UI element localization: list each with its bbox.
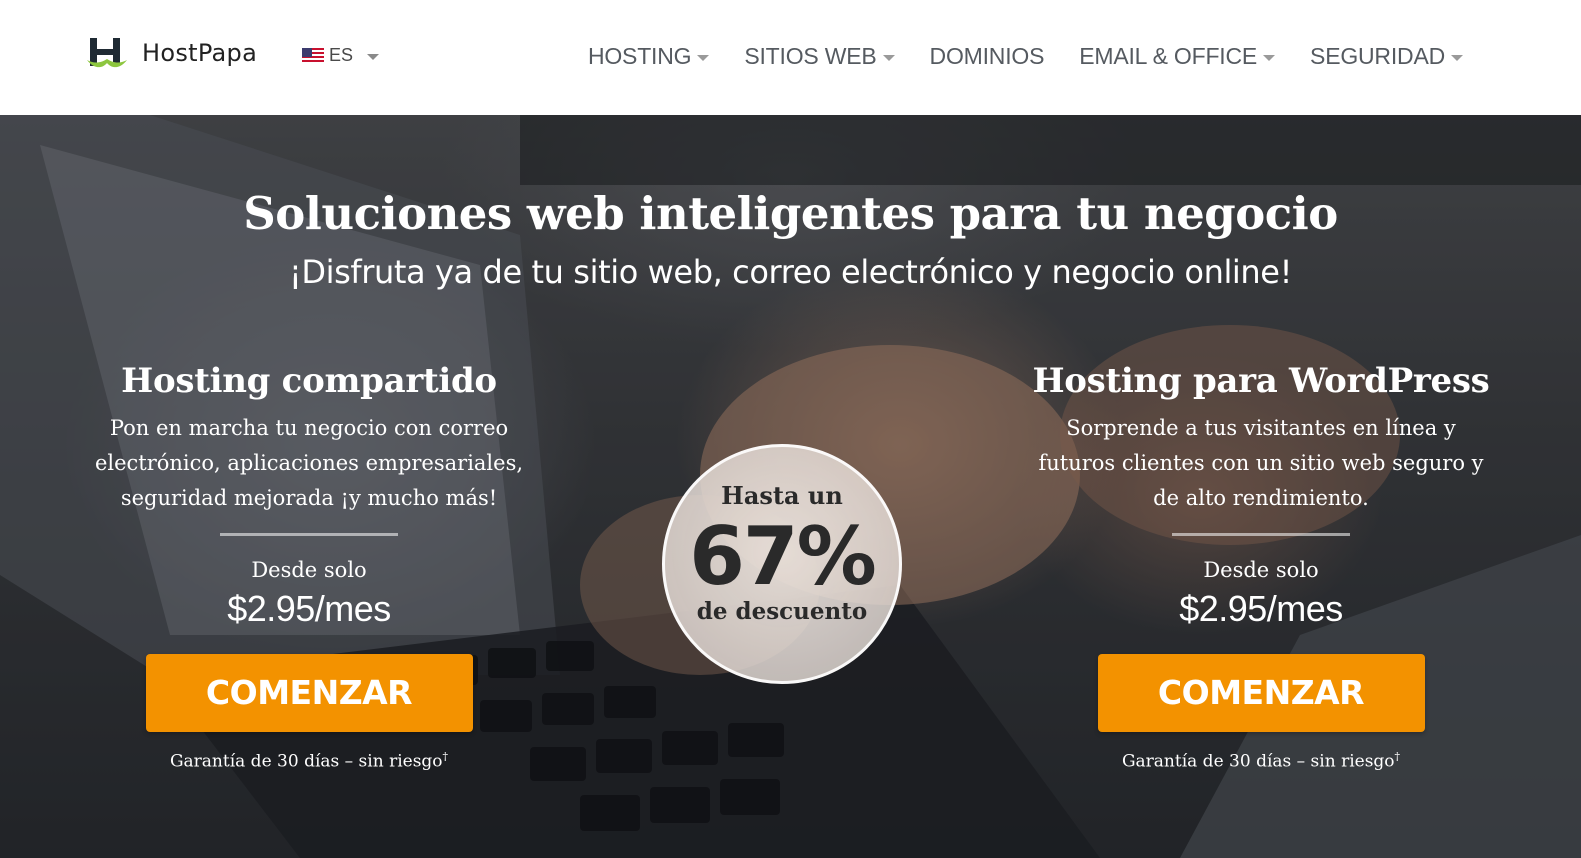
- guarantee-text: Garantía de 30 días – sin riesgo: [1121, 751, 1395, 772]
- nav-item-label: SEGURIDAD: [1310, 43, 1445, 69]
- plan-title: Hosting compartido: [121, 361, 497, 401]
- hero-banner: Soluciones web inteligentes para tu nego…: [0, 115, 1581, 858]
- price-from-label: Desde solo: [251, 558, 367, 582]
- guarantee-note: Garantía de 30 días – sin riesgo†: [1026, 750, 1496, 772]
- language-code: ES: [329, 45, 354, 65]
- dagger-mark: †: [442, 750, 449, 763]
- nav-item-label: HOSTING: [587, 43, 692, 69]
- nav-item-label: EMAIL & OFFICE: [1079, 43, 1258, 69]
- divider: [220, 533, 398, 536]
- badge-percent: 67%: [689, 510, 876, 603]
- badge-top-text: Hasta un: [721, 481, 843, 510]
- plan-price: $2.95/mes: [227, 588, 391, 629]
- chevron-down-icon: [367, 53, 380, 60]
- hostpapa-logo[interactable]: HostPapa: [86, 36, 257, 70]
- discount-badge: Hasta un 67% de descuento: [662, 444, 902, 684]
- site-header: HostPapa ES HOSTING SITIOS WEB DOMINIOS …: [0, 0, 1581, 115]
- nav-item-label: DOMINIOS: [929, 43, 1045, 69]
- plan-title: Hosting para WordPress: [1032, 361, 1490, 401]
- logo-text: HostPapa: [142, 39, 258, 67]
- nav-item-hosting[interactable]: HOSTING: [587, 43, 710, 70]
- chevron-down-icon: [1451, 54, 1463, 61]
- hero-headline: Soluciones web inteligentes para tu nego…: [243, 187, 1338, 240]
- divider: [1172, 533, 1350, 536]
- plan-card-wordpress-hosting: Hosting para WordPress Sorprende a tus v…: [1026, 361, 1496, 772]
- plan-card-shared-hosting: Hosting compartido Pon en marcha tu nego…: [74, 361, 544, 772]
- nav-item-sitios-web[interactable]: SITIOS WEB: [744, 43, 895, 70]
- guarantee-note: Garantía de 30 días – sin riesgo†: [74, 750, 544, 772]
- plan-price: $2.95/mes: [1179, 588, 1343, 629]
- nav-item-label: SITIOS WEB: [744, 43, 877, 69]
- hero-subline: ¡Disfruta ya de tu sitio web, correo ele…: [288, 253, 1293, 291]
- nav-item-dominios[interactable]: DOMINIOS: [930, 43, 1045, 70]
- dagger-mark: †: [1394, 750, 1401, 763]
- badge-bottom-text: de descuento: [696, 598, 868, 625]
- chevron-down-icon: [1263, 54, 1276, 61]
- guarantee-text: Garantía de 30 días – sin riesgo: [169, 751, 443, 772]
- chevron-down-icon: [882, 54, 895, 61]
- plan-description: Pon en marcha tu negocio con correo elec…: [94, 416, 524, 510]
- main-nav: HOSTING SITIOS WEB DOMINIOS EMAIL & OFFI…: [588, 43, 1463, 70]
- chevron-down-icon: [697, 54, 710, 61]
- comenzar-button[interactable]: COMENZAR: [145, 654, 473, 732]
- nav-item-email-office[interactable]: EMAIL & OFFICE: [1079, 43, 1276, 70]
- language-selector[interactable]: ES: [302, 45, 380, 66]
- us-flag-icon: [302, 47, 324, 64]
- price-from-label: Desde solo: [1203, 558, 1319, 582]
- hostpapa-logo-icon: [87, 38, 127, 68]
- plan-description: Sorprende a tus visitantes en línea y fu…: [1038, 416, 1484, 510]
- nav-item-seguridad[interactable]: SEGURIDAD: [1310, 43, 1463, 70]
- comenzar-button[interactable]: COMENZAR: [1097, 654, 1425, 732]
